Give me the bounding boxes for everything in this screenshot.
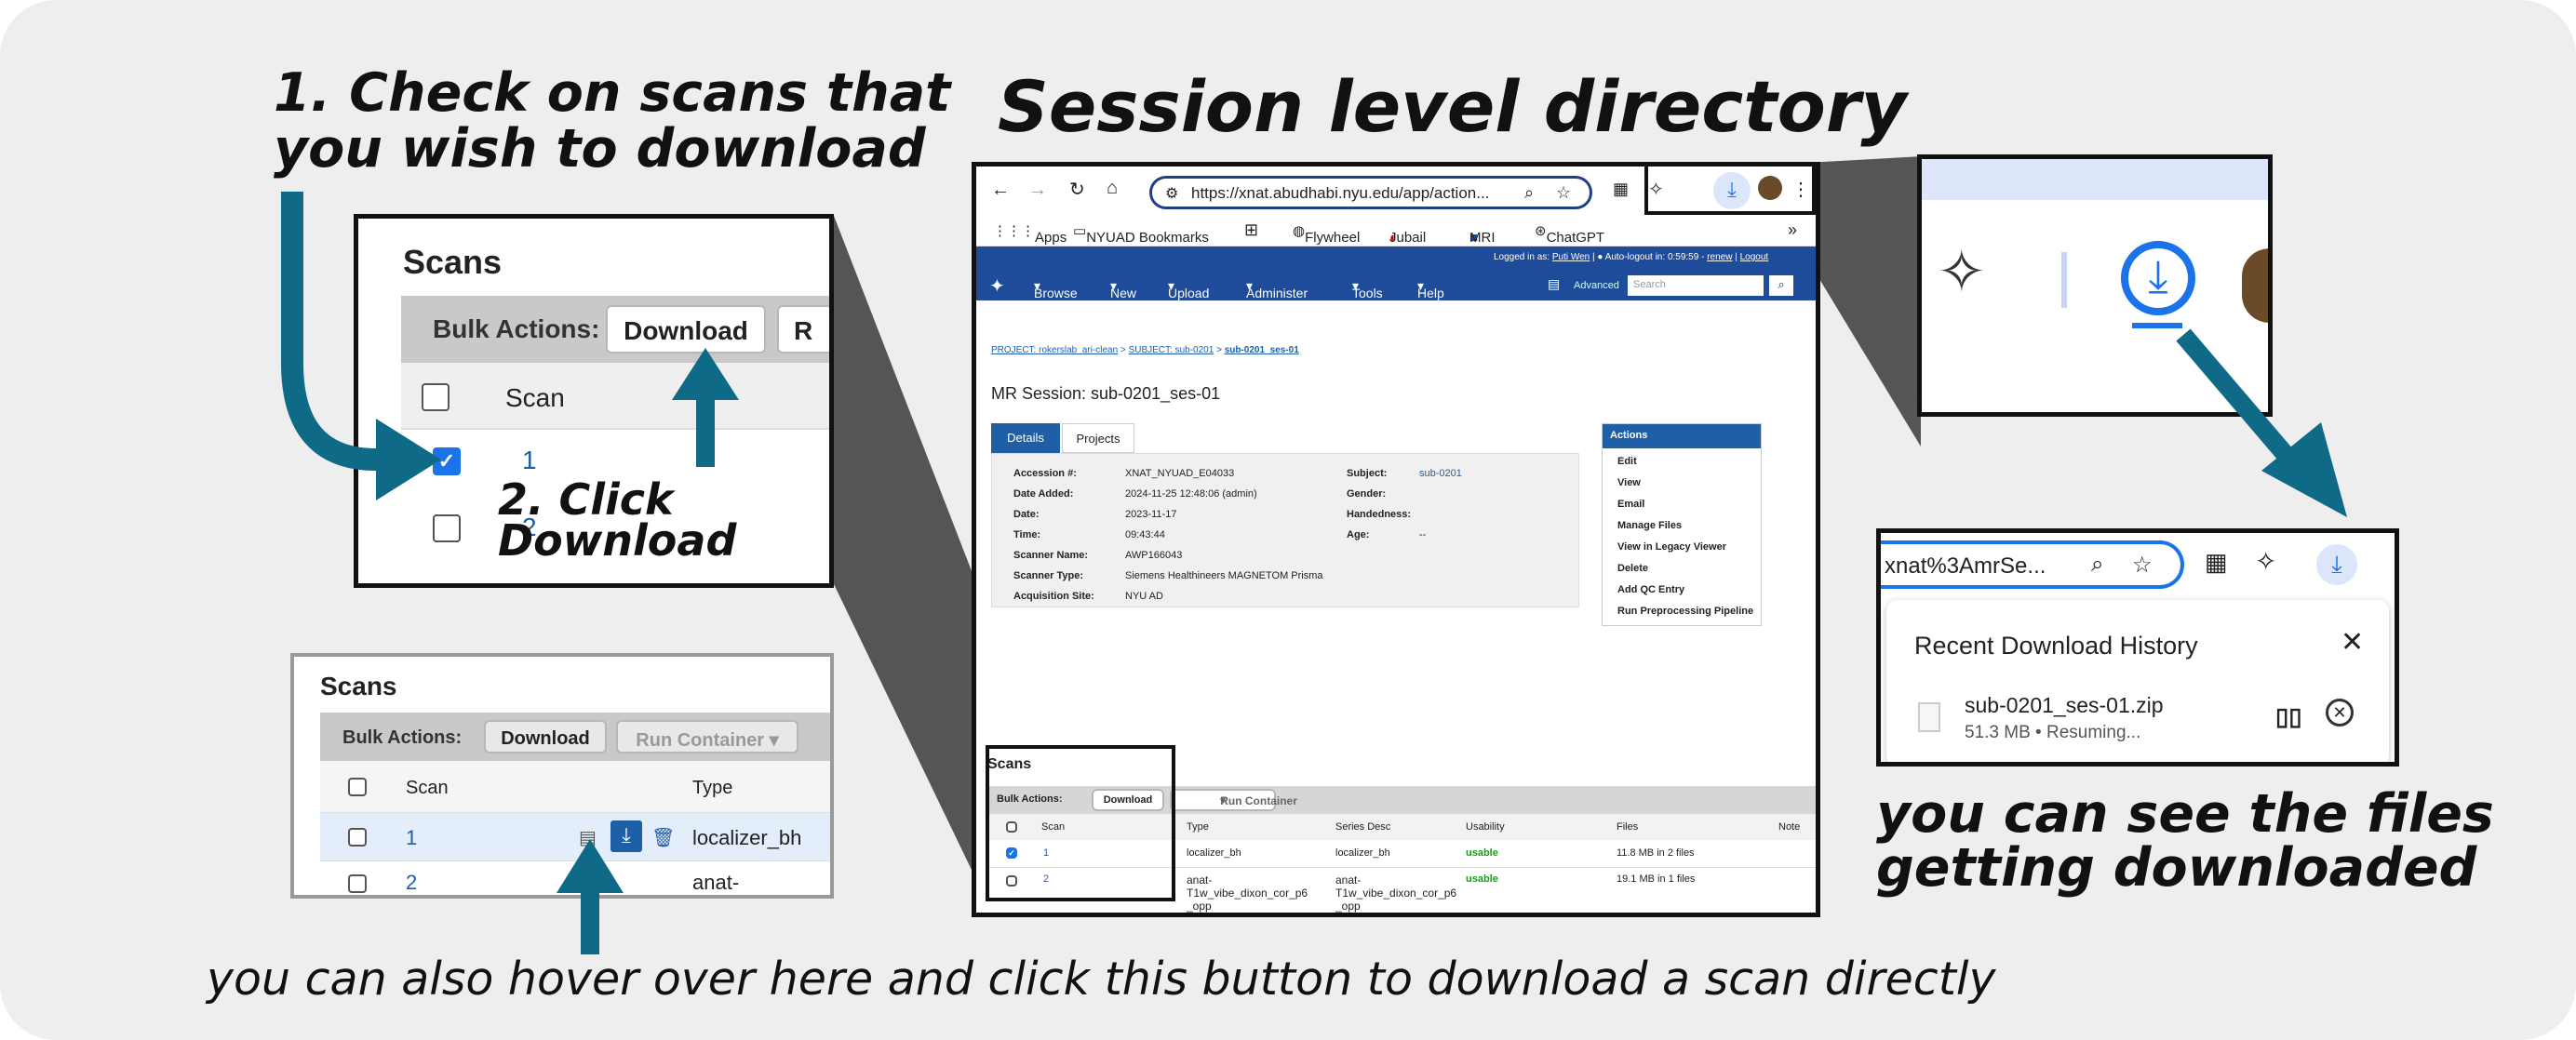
- arrow-shaft-toolbar: [2176, 328, 2299, 468]
- arrow-head-download: [672, 348, 739, 400]
- arrow-to-checkbox: [281, 192, 385, 471]
- arrow-shaft-hover: [581, 887, 599, 954]
- arrow-head-hover: [557, 839, 624, 893]
- annotation-arrows: [281, 192, 2347, 954]
- arrow-shaft-download: [696, 400, 715, 467]
- arrow-head-checkbox: [376, 419, 441, 500]
